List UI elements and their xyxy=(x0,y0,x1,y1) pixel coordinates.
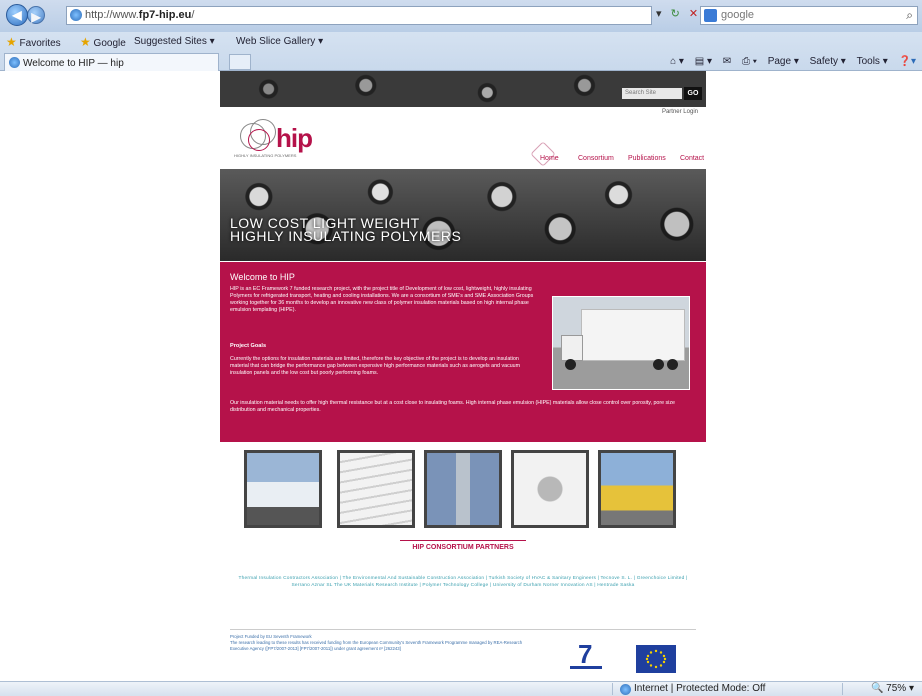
tab-favicon-icon xyxy=(9,57,20,68)
hero-banner: LOW COST LIGHT WEIGHT HIGHLY INSULATING … xyxy=(220,169,706,261)
hip-logo[interactable]: hip HIGHLY INSULATING POLYMERS xyxy=(234,119,344,158)
banner-line2: HIGHLY INSULATING POLYMERS xyxy=(230,228,462,244)
fp7-logo: 7 xyxy=(564,639,608,673)
feeds-icon[interactable]: ▤ ▾ xyxy=(695,56,712,67)
add-favorite-icon: ★ xyxy=(80,35,91,49)
partners-list[interactable]: Thermal Insulation Contractors Associati… xyxy=(238,575,688,589)
fav-web-slice[interactable]: Web Slice Gallery ▾ xyxy=(236,33,323,51)
logo-ring-icon xyxy=(248,129,270,151)
help-icon[interactable]: ❓▾ xyxy=(899,56,916,67)
site-search-input[interactable]: Search Site xyxy=(622,88,682,99)
favorites-bar: ★ Favorites ★ Google Suggested Sites ▾ W… xyxy=(0,33,922,51)
fav-google-label: Google xyxy=(93,38,126,49)
partners-title: HIP CONSORTIUM PARTNERS xyxy=(220,540,706,551)
status-separator xyxy=(612,683,613,695)
gallery-photo-trailer[interactable] xyxy=(598,450,676,528)
header-strip: Search Site GO xyxy=(220,71,706,107)
gallery-photo-cylinder[interactable] xyxy=(511,450,589,528)
refresh-icon[interactable]: ↻ xyxy=(671,8,680,20)
command-bar: ⌂ ▾ ▤ ▾ ✉ ⎙ ▾ Page ▾ Safety ▾ Tools ▾ ❓▾ xyxy=(662,52,916,71)
logo-word: hip xyxy=(276,123,313,153)
photo-gallery xyxy=(244,450,684,530)
insulation-text: Our insulation material needs to offer h… xyxy=(230,400,675,413)
address-tools: ▾ ↻ ✕ xyxy=(656,7,704,20)
search-box[interactable]: google ⌕ xyxy=(700,6,918,25)
status-separator xyxy=(842,683,843,695)
page-globe-icon xyxy=(70,9,82,21)
home-icon[interactable]: ⌂ ▾ xyxy=(670,56,684,67)
nav-publications[interactable]: Publications xyxy=(628,155,666,162)
intro-text: HIP is an EC Framework 7 funded research… xyxy=(230,286,534,313)
nav-contact[interactable]: Contact xyxy=(680,155,704,162)
fav-suggested-sites[interactable]: Suggested Sites ▾ xyxy=(134,33,215,51)
forward-arrow-icon: ▶ xyxy=(31,10,41,24)
favorites-label: Favorites xyxy=(19,38,61,49)
back-arrow-icon: ◀ xyxy=(12,8,22,22)
nav-consortium[interactable]: Consortium xyxy=(578,155,614,162)
hip-site: Search Site GO Partner Login hip HIGHLY … xyxy=(220,71,706,681)
nav-home[interactable]: Home xyxy=(540,155,559,162)
logo-tagline: HIGHLY INSULATING POLYMERS xyxy=(234,153,297,158)
search-text: google xyxy=(721,9,755,21)
svg-text:7: 7 xyxy=(578,639,592,669)
safety-menu[interactable]: Safety ▾ xyxy=(810,56,846,67)
gallery-photo-panels[interactable] xyxy=(337,450,415,528)
goals-text: Currently the options for insulation mat… xyxy=(230,356,521,376)
footer-line2: The research leading to these results ha… xyxy=(230,640,523,651)
page-content: Search Site GO Partner Login hip HIGHLY … xyxy=(0,71,922,681)
welcome-title: Welcome to HIP xyxy=(230,272,295,282)
url-domain: fp7-hip.eu xyxy=(138,9,192,21)
status-bar: Internet | Protected Mode: Off 🔍 75% ▾ xyxy=(0,681,922,696)
wheel-icon xyxy=(565,359,576,370)
footer-divider xyxy=(230,629,696,630)
star-icon: ★ xyxy=(6,35,17,49)
address-row: ◀ ▶ http://www.fp7-hip.eu/ ▾ ↻ ✕ google … xyxy=(0,0,922,32)
tools-menu[interactable]: Tools ▾ xyxy=(857,56,888,67)
tab-active[interactable]: Welcome to HIP — hip xyxy=(4,53,219,71)
site-search-go-button[interactable]: GO xyxy=(684,87,702,100)
fav-google[interactable]: ★ Google xyxy=(80,33,126,53)
zoom-level[interactable]: 🔍 75% ▾ xyxy=(871,682,914,696)
mail-icon[interactable]: ✉ xyxy=(723,56,731,67)
url-prefix: http://www. xyxy=(85,9,139,21)
eu-flag-icon xyxy=(636,645,676,673)
home-diamond-icon xyxy=(530,141,556,167)
footer-text: Project Funded by EU Seventh Framework T… xyxy=(230,634,530,652)
back-button[interactable]: ◀ xyxy=(6,4,28,26)
gallery-photo-tanks[interactable] xyxy=(424,450,502,528)
partner-login-link[interactable]: Partner Login xyxy=(662,109,698,115)
address-bar[interactable]: http://www.fp7-hip.eu/ xyxy=(66,6,652,25)
stop-icon[interactable]: ✕ xyxy=(689,8,698,20)
goals-title: Project Goals xyxy=(230,343,267,349)
zoom-value: 75% xyxy=(886,683,907,694)
truck-box xyxy=(581,309,685,361)
bing-icon xyxy=(704,9,717,22)
tab-title: Welcome to HIP — hip xyxy=(23,58,124,69)
print-icon[interactable]: ⎙ ▾ xyxy=(742,56,757,67)
new-tab-button[interactable] xyxy=(229,54,251,70)
security-zone[interactable]: Internet | Protected Mode: Off xyxy=(620,682,765,696)
welcome-panel: Welcome to HIP HIP is an EC Framework 7 … xyxy=(220,262,706,442)
favorites-button[interactable]: ★ Favorites xyxy=(6,33,61,53)
banner-title: LOW COST LIGHT WEIGHT HIGHLY INSULATING … xyxy=(230,216,462,244)
wheel-icon xyxy=(667,359,678,370)
truck-photo xyxy=(552,296,690,390)
url-suffix: / xyxy=(191,9,195,21)
dropdown-icon[interactable]: ▾ xyxy=(656,8,662,20)
magnifier-icon[interactable]: ⌕ xyxy=(906,7,913,24)
truck-cab xyxy=(561,335,583,361)
page-menu[interactable]: Page ▾ xyxy=(768,56,799,67)
gallery-photo-van[interactable] xyxy=(244,450,322,528)
wheel-icon xyxy=(653,359,664,370)
tab-row: Welcome to HIP — hip ⌂ ▾ ▤ ▾ ✉ ⎙ ▾ Page … xyxy=(0,52,922,71)
forward-button[interactable]: ▶ xyxy=(27,6,45,24)
browser-chrome: ◀ ▶ http://www.fp7-hip.eu/ ▾ ↻ ✕ google … xyxy=(0,0,922,71)
